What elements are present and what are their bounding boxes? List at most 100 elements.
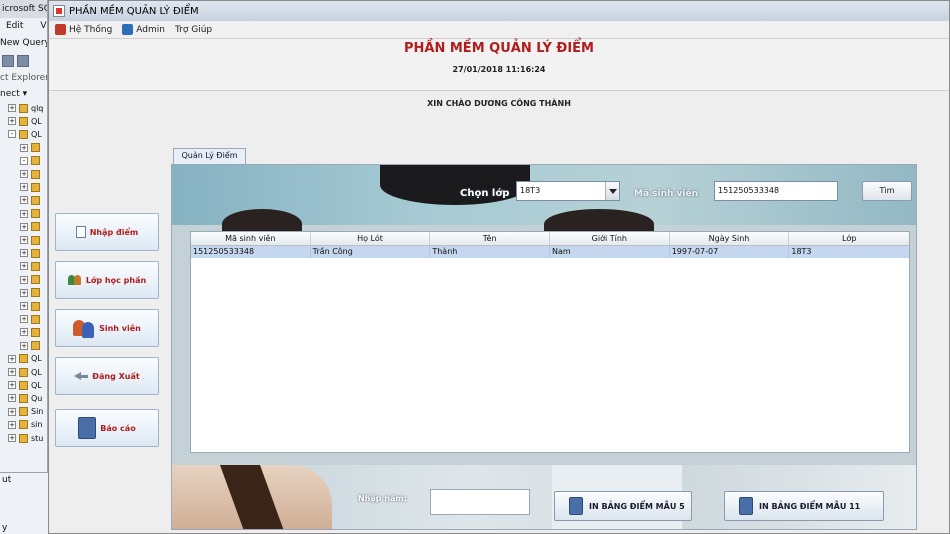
tree-node[interactable]: + <box>20 274 43 286</box>
print-form-11-button[interactable]: IN BẢNG ĐIỂM MẪU 11 <box>724 491 884 521</box>
column-header[interactable]: Lớp <box>789 232 909 245</box>
tree-node[interactable]: + <box>20 326 43 338</box>
database-icon <box>19 393 28 403</box>
column-header[interactable]: Giới Tính <box>550 232 670 245</box>
database-icon <box>31 275 40 285</box>
notebook-icon <box>739 497 753 515</box>
menu-system-label: Hệ Thống <box>69 24 113 35</box>
course-classes-button[interactable]: Lớp học phần <box>55 261 159 299</box>
tree-node[interactable]: + <box>20 168 43 180</box>
expand-toggle-icon[interactable]: + <box>8 368 16 376</box>
column-header[interactable]: Ngày Sinh <box>670 232 790 245</box>
table-row[interactable]: 151250533348 Trần Công Thành Nam 1997-07-07 1… <box>191 246 909 258</box>
expand-toggle-icon[interactable]: + <box>20 288 28 297</box>
menu-help[interactable]: Trợ Giúp <box>175 25 212 35</box>
search-button[interactable]: Tìm <box>862 181 912 201</box>
expand-toggle-icon[interactable]: + <box>8 381 16 390</box>
database-icon <box>31 209 40 219</box>
app-window: PHẦN MỀM QUẢN LÝ ĐIỂM Hệ Thống Admin Trợ… <box>48 0 950 534</box>
expand-toggle-icon[interactable]: - <box>20 156 28 165</box>
expand-toggle-icon[interactable]: + <box>8 394 16 403</box>
expand-toggle-icon[interactable]: + <box>20 236 28 244</box>
expand-toggle-icon[interactable]: + <box>20 222 28 231</box>
tree-node[interactable]: + <box>20 260 43 272</box>
background-menu-edit[interactable]: Edit <box>6 21 23 31</box>
tree-node[interactable]: + sin <box>8 419 42 431</box>
toolbar-grid-icon[interactable] <box>2 55 14 67</box>
expand-toggle-icon[interactable]: + <box>8 420 16 429</box>
tree-node[interactable]: + QL <box>8 115 42 127</box>
column-header[interactable]: Mã sinh viên <box>191 232 311 245</box>
class-select[interactable]: 18T3 <box>516 181 620 201</box>
menu-admin[interactable]: Admin <box>122 24 165 35</box>
connect-button[interactable]: nect ▾ <box>0 86 47 102</box>
enter-scores-button[interactable]: Nhập điểm <box>55 213 159 251</box>
tree-node[interactable]: + <box>20 313 43 325</box>
tree-node[interactable]: + stu <box>8 432 43 444</box>
report-button[interactable]: Báo cáo <box>55 409 159 447</box>
expand-toggle-icon[interactable]: + <box>20 302 28 310</box>
chevron-down-icon[interactable] <box>605 182 619 200</box>
column-header[interactable]: Họ Lót <box>311 232 431 245</box>
expand-toggle-icon[interactable]: + <box>8 104 16 112</box>
tree-node-label: qlq <box>31 103 44 113</box>
expand-toggle-icon[interactable]: + <box>8 354 16 363</box>
database-icon <box>19 129 28 139</box>
tree-node[interactable]: - QL <box>8 128 42 140</box>
background-menu-view[interactable]: Vi <box>40 21 47 31</box>
tree-node[interactable]: + <box>20 142 43 154</box>
object-explorer-title: ct Explorer <box>0 73 48 83</box>
expand-toggle-icon[interactable]: + <box>8 434 16 442</box>
tree-node[interactable]: + <box>20 340 43 352</box>
tree-node-label: QL <box>31 129 42 139</box>
expand-toggle-icon[interactable]: + <box>20 143 28 152</box>
admin-icon <box>122 24 134 35</box>
tree-node[interactable]: + qlq <box>8 102 43 114</box>
year-input[interactable] <box>430 489 530 515</box>
expand-toggle-icon[interactable]: + <box>20 275 28 284</box>
app-icon <box>53 5 65 17</box>
expand-toggle-icon[interactable]: + <box>8 117 16 126</box>
expand-toggle-icon[interactable]: + <box>20 196 28 205</box>
toolbar-sql-icon[interactable] <box>17 55 29 67</box>
tree-node[interactable]: + <box>20 181 43 193</box>
tree-node[interactable]: + QL <box>8 379 42 391</box>
tree-node[interactable]: + <box>20 287 43 299</box>
tree-node[interactable]: + <box>20 194 43 206</box>
tree-node[interactable]: + <box>20 234 43 246</box>
print-form-5-button[interactable]: IN BẢNG ĐIỂM MẪU 5 <box>554 491 692 521</box>
expand-toggle-icon[interactable]: + <box>20 328 28 337</box>
tree-node[interactable]: - <box>20 155 43 167</box>
expand-toggle-icon[interactable]: + <box>20 183 28 192</box>
tree-node[interactable]: + Qu <box>8 392 42 404</box>
tree-node[interactable]: + QL <box>8 353 42 365</box>
tree-node[interactable]: + <box>20 208 43 220</box>
expand-toggle-icon[interactable]: - <box>8 130 16 139</box>
tab-score-management[interactable]: Quản Lý Điểm <box>173 148 246 164</box>
student-id-input[interactable]: 151250533348 <box>714 181 838 201</box>
score-management-panel: Chọn lớp 18T3 Mã sinh viên 151250533348 … <box>171 164 917 530</box>
expand-toggle-icon[interactable]: + <box>8 407 16 416</box>
table-cell: 151250533348 <box>191 246 311 258</box>
table-cell: Nam <box>550 246 670 258</box>
expand-toggle-icon[interactable]: + <box>20 315 28 324</box>
menu-system[interactable]: Hệ Thống <box>55 24 112 35</box>
expand-toggle-icon[interactable]: + <box>20 209 28 218</box>
tree-node[interactable]: + QL <box>8 366 42 378</box>
course-classes-label: Lớp học phần <box>85 275 147 285</box>
users-icon <box>73 318 95 338</box>
students-button[interactable]: Sinh viên <box>55 309 159 347</box>
menu-help-label: Trợ Giúp <box>174 24 213 35</box>
expand-toggle-icon[interactable]: + <box>20 341 28 350</box>
tree-node[interactable]: + <box>20 247 43 259</box>
column-header[interactable]: Tên <box>430 232 551 245</box>
tree-node[interactable]: + <box>20 300 43 312</box>
expand-toggle-icon[interactable]: + <box>20 249 28 258</box>
tree-node[interactable]: + Sin <box>8 406 43 418</box>
expand-toggle-icon[interactable]: + <box>20 262 28 271</box>
expand-toggle-icon[interactable]: + <box>20 170 28 178</box>
table-cell: 1997-07-07 <box>670 246 790 258</box>
tree-node[interactable]: + <box>20 221 43 233</box>
logout-button[interactable]: Đăng Xuất <box>55 357 159 395</box>
new-query-button[interactable]: New Query <box>0 35 47 52</box>
